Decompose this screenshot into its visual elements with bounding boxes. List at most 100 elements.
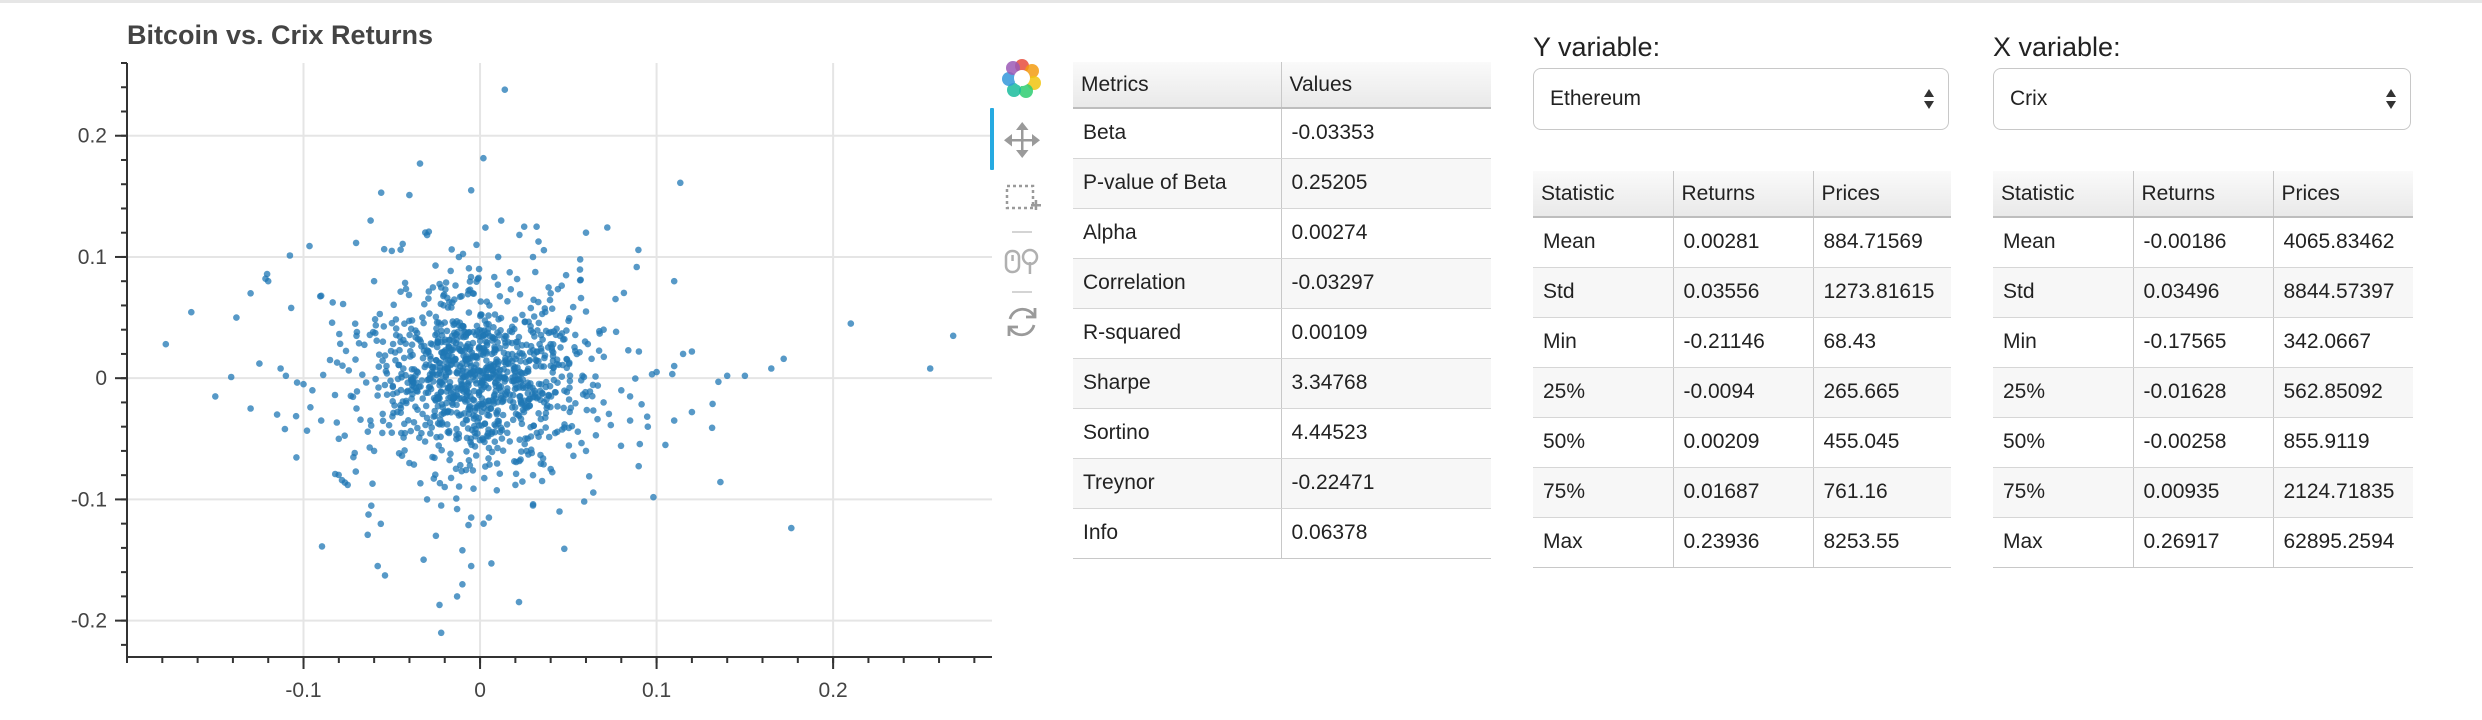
- statistic-label-cell: Min: [1993, 317, 2134, 368]
- statistic-label-cell: Std: [1993, 267, 2134, 318]
- data-point: [392, 325, 400, 332]
- data-point: [449, 299, 456, 306]
- active-tool-indicator: [990, 108, 994, 170]
- data-point: [454, 367, 462, 374]
- statistic-value-cell: 0.26917: [2133, 517, 2274, 568]
- data-point: [561, 387, 568, 395]
- chart-title: Bitcoin vs. Crix Returns: [127, 20, 433, 50]
- data-point: [281, 425, 289, 433]
- scatter-plot[interactable]: Bitcoin vs. Crix Returns -0.1 0 0.1 0.2 -0.2…: [0, 0, 1000, 720]
- data-point: [319, 371, 327, 379]
- data-point: [788, 524, 795, 532]
- data-point: [437, 364, 444, 372]
- data-point: [516, 231, 523, 239]
- x-statistics-table: Statistic Returns Prices Mean -0.00186 4065.…: [1993, 171, 2413, 568]
- data-point: [600, 399, 607, 406]
- data-point: [679, 350, 687, 358]
- column-header-statistic: Statistic: [1993, 171, 2134, 218]
- data-point: [612, 295, 619, 303]
- data-point: [435, 370, 443, 377]
- data-point: [292, 412, 300, 420]
- data-point: [453, 505, 461, 513]
- data-point: [328, 319, 336, 327]
- data-point: [475, 265, 483, 273]
- bokeh-logo-icon[interactable]: [1002, 58, 1042, 98]
- data-point: [407, 376, 415, 384]
- y-variable-select[interactable]: Ethereum: [1533, 68, 1949, 130]
- data-point: [533, 223, 540, 230]
- data-point: [605, 410, 613, 418]
- data-point: [576, 266, 584, 273]
- data-point: [537, 396, 544, 404]
- data-point: [533, 348, 541, 356]
- statistic-label-cell: Max: [1993, 517, 2134, 568]
- data-point: [364, 428, 372, 436]
- data-point: [392, 357, 399, 364]
- data-point: [612, 328, 620, 336]
- data-point: [367, 417, 374, 424]
- data-point: [493, 411, 501, 418]
- data-point: [377, 189, 385, 196]
- data-point: [566, 314, 573, 322]
- data-point: [467, 435, 475, 442]
- data-point: [453, 425, 460, 433]
- table-row: 50% -0.00258 855.9119: [1993, 417, 2413, 468]
- data-point: [570, 452, 577, 460]
- pan-icon[interactable]: [1002, 120, 1042, 160]
- box-zoom-icon[interactable]: [1002, 178, 1042, 218]
- data-point: [447, 450, 454, 458]
- statistic-value-cell: -0.0094: [1673, 367, 1814, 418]
- data-point: [524, 367, 531, 375]
- table-row: 75% 0.01687 761.16: [1533, 467, 1951, 518]
- data-point: [585, 473, 593, 480]
- table-row: Sharpe 3.34768: [1073, 358, 1491, 409]
- data-point: [394, 408, 401, 416]
- data-point: [577, 294, 585, 302]
- statistic-value-cell: 4065.83462: [2273, 217, 2413, 268]
- x-variable-select[interactable]: Crix: [1993, 68, 2411, 130]
- reset-icon[interactable]: [1002, 302, 1042, 342]
- statistic-value-cell: -0.00258: [2133, 417, 2274, 468]
- data-point: [162, 340, 170, 348]
- data-point: [715, 378, 722, 386]
- plot-toolbar: [990, 58, 1060, 358]
- data-point: [493, 487, 501, 494]
- data-point: [600, 326, 607, 334]
- data-point: [495, 332, 503, 339]
- data-point: [590, 407, 597, 414]
- data-point: [408, 317, 416, 324]
- data-point: [365, 511, 372, 518]
- data-point: [453, 495, 460, 502]
- data-point: [455, 253, 463, 261]
- data-point: [444, 294, 451, 302]
- data-point: [644, 423, 652, 431]
- data-point: [425, 295, 432, 302]
- table-row: Min -0.17565 342.0667: [1993, 317, 2413, 368]
- data-point: [548, 305, 556, 313]
- statistic-value-cell: 8844.57397: [2273, 267, 2413, 318]
- data-point: [453, 318, 461, 325]
- data-point: [478, 408, 486, 416]
- metric-value-cell: 0.00109: [1281, 308, 1491, 359]
- data-point: [477, 298, 485, 305]
- y-tick-label: -0.2: [71, 610, 107, 633]
- data-point: [423, 496, 431, 503]
- data-point: [482, 338, 490, 345]
- data-point: [632, 375, 639, 382]
- data-point: [545, 433, 553, 441]
- y-statistics-table: Statistic Returns Prices Mean 0.00281 884.71…: [1533, 171, 1951, 568]
- data-point: [318, 543, 326, 550]
- data-point: [501, 86, 509, 93]
- data-point: [408, 366, 416, 373]
- data-point: [341, 432, 349, 440]
- select-arrows-icon: [1924, 89, 1934, 109]
- data-point: [511, 316, 519, 323]
- data-point: [448, 246, 456, 253]
- wheel-zoom-icon[interactable]: [1002, 240, 1042, 280]
- data-point: [303, 427, 311, 435]
- statistic-label-cell: 25%: [1533, 367, 1674, 418]
- data-point: [529, 384, 536, 392]
- data-point: [780, 355, 787, 363]
- data-point: [523, 341, 530, 349]
- data-point: [403, 388, 410, 396]
